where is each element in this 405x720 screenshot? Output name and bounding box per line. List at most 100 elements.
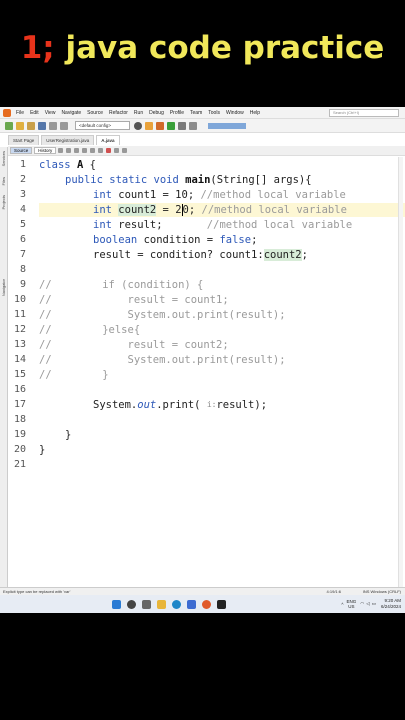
code-area[interactable]: class A { public static void main(String… [39,157,405,587]
code-line-7: result = condition? count1:count2; [93,249,308,261]
video-title: 1; java code practice [0,30,405,80]
code-line-2: public static void main(String[] args){ [65,174,312,186]
line-number: 8 [19,264,26,275]
task-view-icon[interactable] [142,599,151,609]
menu-team[interactable]: Team [190,110,202,116]
editor-toolbar: Source History [8,146,405,156]
menu-file[interactable]: File [16,110,24,116]
editor-scrollbar[interactable] [398,157,403,587]
clock-time[interactable]: 9:20 AM [384,598,401,603]
code-line-10: // if (condition) { [39,279,204,291]
open-project-icon[interactable] [27,121,35,130]
tab-a-java[interactable]: A.java [96,135,120,145]
config-select[interactable]: <default config> [75,121,130,130]
code-line-3: int count1 = 10; //method local variable [93,189,346,201]
save-all-icon[interactable] [38,121,46,130]
main-toolbar: <default config> [0,119,405,133]
code-line-11: // result = count1; [39,294,229,306]
debug-icon[interactable] [178,121,186,130]
code-line-5: int result; //method local variable [93,219,353,231]
forward-icon[interactable] [66,148,72,153]
line-number: 12 [13,324,26,335]
line-number: 6 [19,234,26,245]
clean-build-icon[interactable] [156,121,164,130]
side-tab-navigator[interactable]: Navigator [1,279,6,296]
new-project-icon[interactable] [5,121,13,130]
search-icon[interactable] [127,599,136,609]
chevron-up-icon[interactable]: ^ [341,602,343,607]
netbeans-logo-icon [3,108,11,117]
shift-right-icon[interactable] [98,148,104,153]
menu-debug[interactable]: Debug [149,110,164,116]
menu-view[interactable]: View [45,110,56,116]
line-number: 20 [13,444,26,455]
code-line-19: } [65,429,72,441]
side-tab-services[interactable]: Services [1,151,6,166]
source-tab[interactable]: Source [10,147,33,154]
file-explorer-icon[interactable] [157,599,166,609]
start-button-icon[interactable] [112,599,121,609]
find-icon[interactable] [74,148,80,153]
code-line-1: class A { [39,159,96,171]
uncomment-icon[interactable] [122,148,128,153]
status-hint: Explicit type can be replaced with 'var' [3,589,71,594]
menu-source[interactable]: Source [87,110,103,116]
search-input[interactable]: Search (Ctrl+I) [329,108,399,117]
menu-bar: File Edit View Navigate Source Refactor … [0,107,405,119]
undo-icon[interactable] [49,121,57,130]
redo-icon[interactable] [60,121,68,130]
line-number: 18 [13,414,26,425]
back-icon[interactable] [58,148,64,153]
volume-icon[interactable]: ◁ [366,601,369,607]
windows-taskbar: ^ ENG US ◠ ◁ ▭ 9:20 AM 6/24/2024 [0,595,405,613]
line-number: 11 [13,309,26,320]
store-icon[interactable] [187,599,196,609]
code-line-4: int count2 = 20; //method local variable [93,204,347,216]
line-number: 7 [19,249,26,260]
history-tab[interactable]: History [34,147,57,154]
menu-window[interactable]: Window [226,110,244,116]
region-indicator: US [348,604,355,609]
ide-window: File Edit View Navigate Source Refactor … [0,107,405,613]
code-editor[interactable]: 1 2 3 4 5 6 7 8 9 10 11 12 13 14 15 16 1… [8,157,405,587]
menu-navigate[interactable]: Navigate [61,110,81,116]
code-line-12: // System.out.print(result); [39,309,286,321]
battery-icon[interactable]: ▭ [372,601,376,607]
side-panel-strip: Services Files Projects Navigator [0,147,8,587]
build-icon[interactable] [145,121,153,130]
menu-profile[interactable]: Profile [170,110,184,116]
line-number: 10 [13,294,26,305]
edge-icon[interactable] [172,599,181,609]
wifi-icon[interactable]: ◠ [360,601,364,607]
chrome-icon[interactable] [202,599,211,609]
netbeans-taskbar-icon[interactable] [217,599,226,609]
stop-macro-icon[interactable] [106,148,112,153]
code-line-17: System.out.print( i:result); [93,399,268,411]
side-tab-projects[interactable]: Projects [1,195,6,209]
new-file-icon[interactable] [16,121,24,130]
tab-start-page[interactable]: Start Page [8,135,40,145]
line-number: 21 [13,459,26,470]
menu-refactor[interactable]: Refactor [109,110,128,116]
line-number: 9 [19,279,26,290]
clock-date[interactable]: 6/24/2024 [381,604,401,609]
comment-icon[interactable] [114,148,120,153]
line-number: 3 [19,189,26,200]
toggle-highlight-icon[interactable] [82,148,88,153]
menu-tools[interactable]: Tools [208,110,220,116]
file-tabs: Start Page UserRegistration.java A.java [8,135,122,145]
side-tab-files[interactable]: Files [1,177,6,185]
code-line-15: // System.out.print(result); [39,354,286,366]
tab-user-registration[interactable]: UserRegistration.java [41,135,95,145]
settings-icon[interactable] [134,121,142,130]
run-icon[interactable] [167,121,175,130]
cursor-position: 4:19/1:6 [326,589,341,594]
line-number: 1 [19,159,26,170]
menu-help[interactable]: Help [250,110,260,116]
menu-edit[interactable]: Edit [30,110,39,116]
shift-left-icon[interactable] [90,148,96,153]
profile-icon[interactable] [189,121,197,130]
line-number: 19 [13,429,26,440]
menu-run[interactable]: Run [134,110,143,116]
memory-indicator [208,122,246,129]
